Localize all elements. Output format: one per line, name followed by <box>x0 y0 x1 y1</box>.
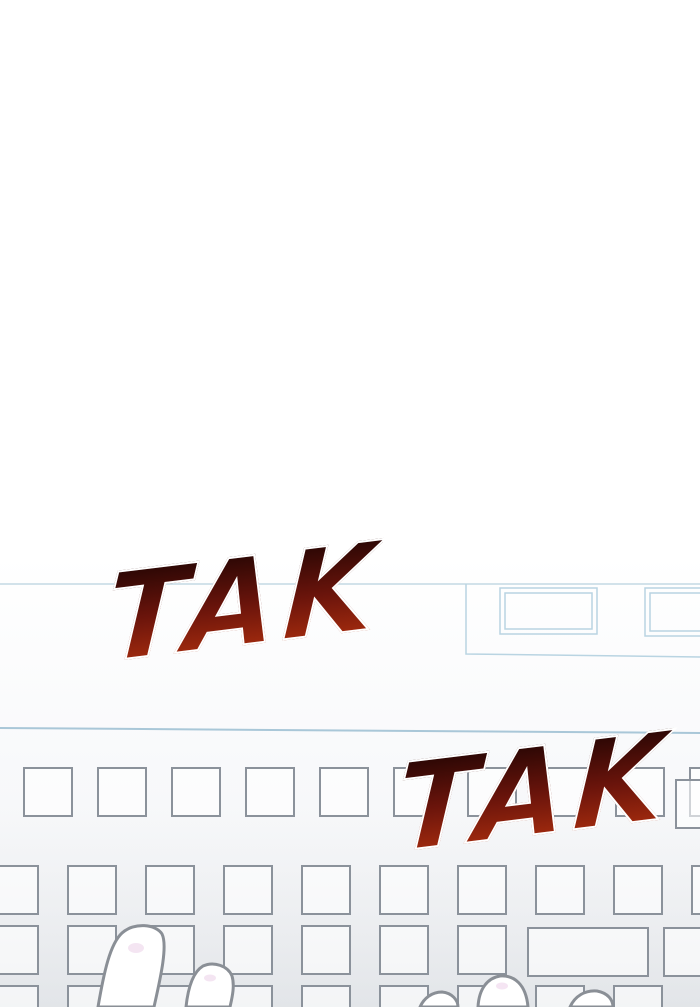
keyboard-key <box>301 925 351 975</box>
keyboard-key <box>663 927 700 977</box>
keyboard-key <box>457 925 507 975</box>
keyboard-key <box>613 985 663 1007</box>
device-outline <box>465 584 700 658</box>
keyboard-key <box>0 985 39 1007</box>
comic-panel: TAK TAK <box>0 0 700 1007</box>
keyboard-key <box>457 865 507 915</box>
keyboard-key <box>691 865 700 915</box>
keyboard-key <box>0 865 39 915</box>
sound-effect-tak-1: TAK <box>102 515 386 692</box>
keyboard-key <box>67 865 117 915</box>
keyboard-key <box>675 779 700 829</box>
sound-effect-tak-2: TAK <box>392 705 676 882</box>
keyboard-key <box>23 767 73 817</box>
keyboard-key <box>97 767 147 817</box>
keyboard-key <box>319 767 369 817</box>
keyboard-key <box>527 927 649 977</box>
keyboard-key <box>171 767 221 817</box>
keyboard-key <box>301 865 351 915</box>
keyboard-key <box>145 865 195 915</box>
keyboard-key <box>379 925 429 975</box>
keyboard-key <box>535 865 585 915</box>
keyboard-key <box>223 865 273 915</box>
keyboard-key <box>245 767 295 817</box>
keyboard-key <box>301 985 351 1007</box>
keyboard-key <box>613 865 663 915</box>
keyboard-key <box>223 925 273 975</box>
keyboard-key <box>0 925 39 975</box>
